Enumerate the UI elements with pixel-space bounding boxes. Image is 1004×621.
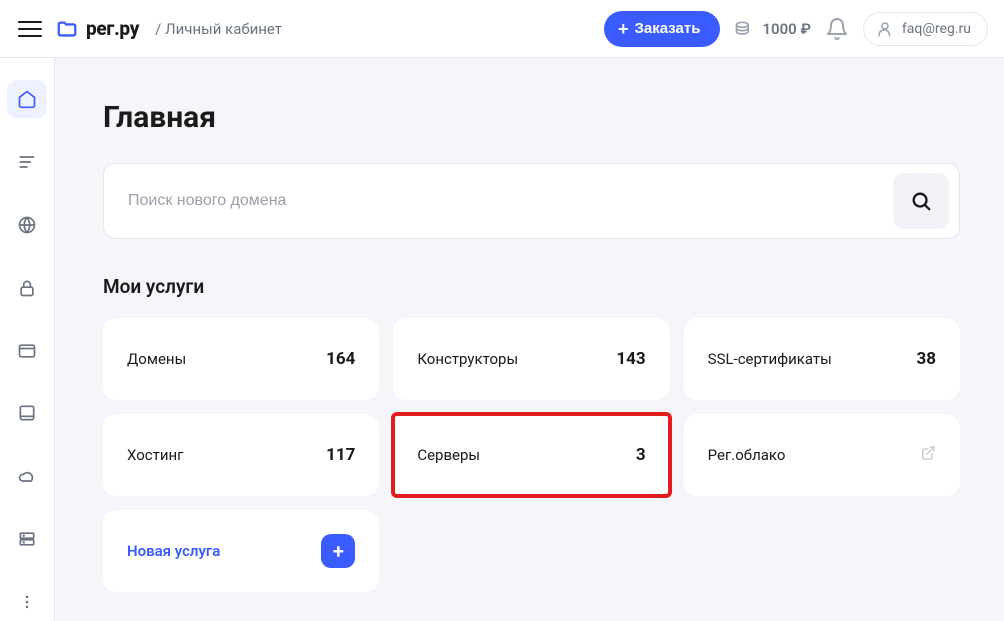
service-count: 164 [326, 349, 355, 369]
logo[interactable]: рег.ру [56, 17, 139, 40]
sidebar-item-lock[interactable] [7, 269, 47, 307]
balance[interactable]: 1000 ₽ [734, 19, 810, 39]
sidebar-item-more[interactable] [7, 584, 47, 621]
user-menu[interactable]: faq@reg.ru [863, 12, 988, 46]
new-service-card[interactable]: Новая услуга + [103, 510, 379, 592]
storage-icon [17, 529, 37, 549]
service-label: Домены [127, 350, 186, 368]
services-grid: Домены 164 Конструкторы 143 SSL-сертифик… [103, 318, 960, 592]
user-email: faq@reg.ru [902, 21, 971, 37]
lock-icon [17, 278, 37, 298]
bell-icon[interactable] [825, 17, 849, 41]
globe-icon [17, 215, 37, 235]
search-box [103, 163, 960, 239]
sidebar-item-cloud[interactable] [7, 458, 47, 496]
breadcrumb: / Личный кабинет [155, 20, 282, 38]
balance-amount: 1000 ₽ [762, 20, 810, 38]
new-service-label: Новая услуга [127, 542, 220, 560]
server-icon [17, 403, 37, 423]
service-label: SSL-сертификаты [708, 350, 832, 368]
order-button[interactable]: + Заказать [604, 11, 720, 47]
dots-icon [17, 592, 37, 612]
cloud-icon [17, 466, 37, 486]
page-title: Главная [103, 100, 960, 135]
sidebar-item-home[interactable] [7, 80, 47, 118]
service-label: Конструкторы [417, 350, 518, 368]
service-card-servers[interactable]: Серверы 3 [393, 414, 669, 496]
service-count: 117 [326, 445, 355, 465]
service-card-ssl[interactable]: SSL-сертификаты 38 [684, 318, 960, 400]
service-label: Хостинг [127, 446, 183, 464]
plus-icon: + [618, 20, 629, 38]
service-card-builders[interactable]: Конструкторы 143 [393, 318, 669, 400]
search-input[interactable] [128, 192, 893, 210]
service-count: 3 [636, 445, 646, 465]
user-icon [876, 20, 894, 38]
sidebar [0, 58, 55, 621]
main-content: Главная Мои услуги Домены 164 Конструкто… [55, 58, 1004, 621]
sidebar-item-server[interactable] [7, 395, 47, 433]
external-link-icon [920, 445, 936, 465]
search-icon [910, 190, 932, 212]
sidebar-item-browser[interactable] [7, 332, 47, 370]
service-card-domains[interactable]: Домены 164 [103, 318, 379, 400]
service-label: Серверы [417, 446, 480, 464]
list-icon [17, 152, 37, 172]
search-button[interactable] [893, 173, 949, 229]
service-count: 143 [616, 349, 645, 369]
menu-icon[interactable] [18, 17, 42, 41]
coins-icon [734, 19, 754, 39]
section-title: Мои услуги [103, 275, 960, 298]
plus-icon: + [321, 534, 355, 568]
service-card-cloud[interactable]: Рег.облако [684, 414, 960, 496]
sidebar-item-globe[interactable] [7, 206, 47, 244]
header: рег.ру / Личный кабинет + Заказать 1000 … [0, 0, 1004, 58]
service-label: Рег.облако [708, 446, 786, 464]
order-button-label: Заказать [635, 20, 701, 37]
home-icon [17, 89, 37, 109]
browser-icon [17, 341, 37, 361]
sidebar-item-list[interactable] [7, 143, 47, 181]
service-count: 38 [916, 349, 936, 369]
folder-icon [56, 18, 78, 40]
service-card-hosting[interactable]: Хостинг 117 [103, 414, 379, 496]
logo-text: рег.ру [86, 17, 139, 40]
sidebar-item-storage[interactable] [7, 521, 47, 559]
